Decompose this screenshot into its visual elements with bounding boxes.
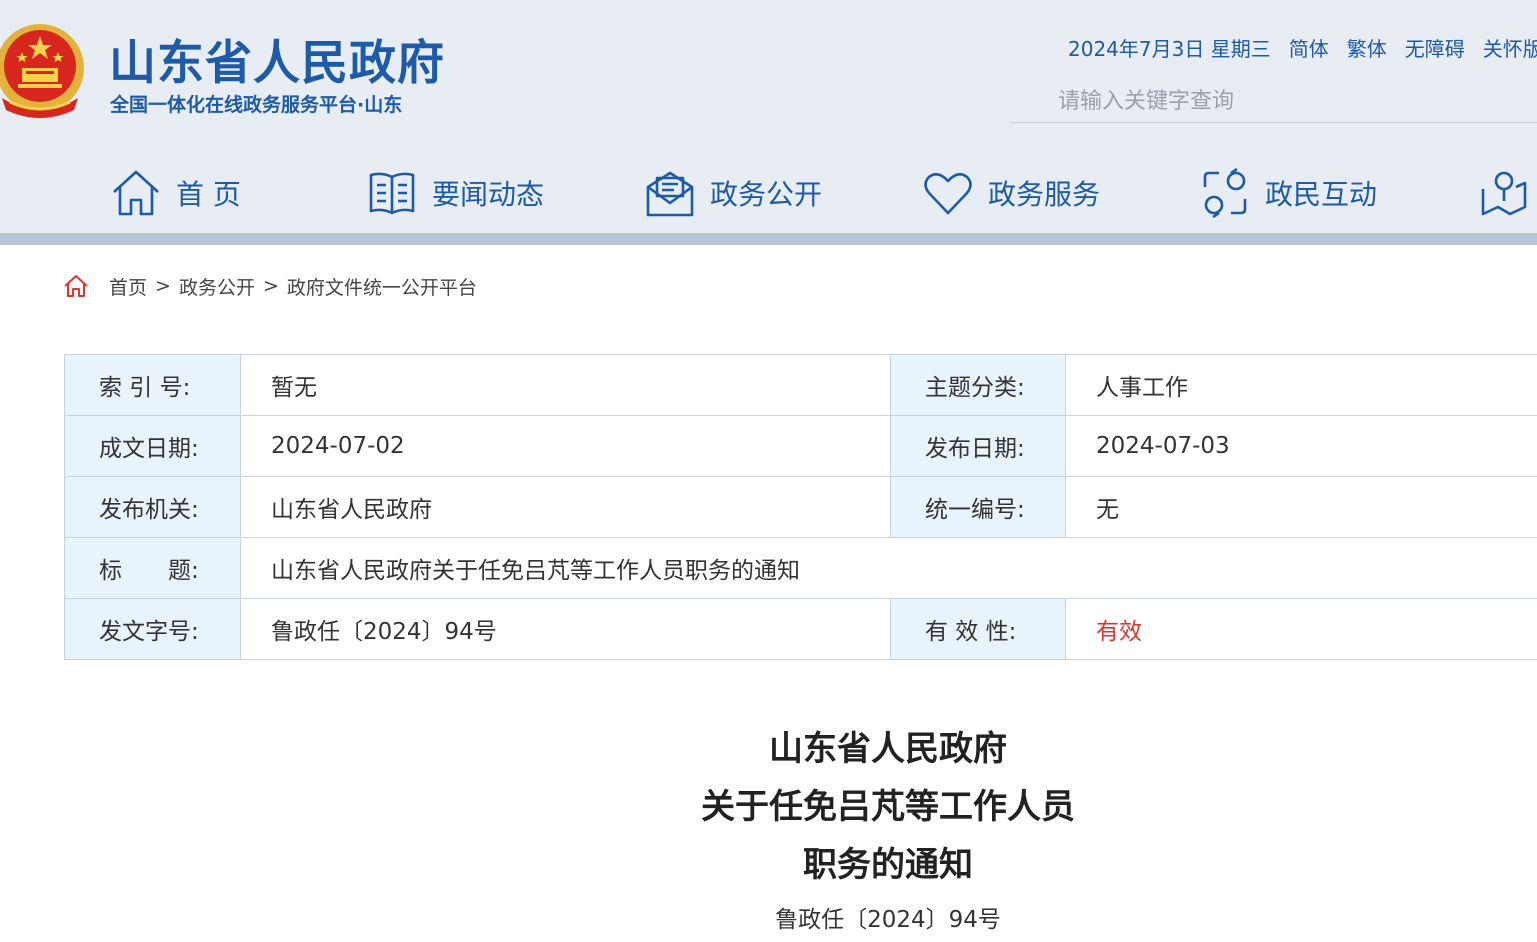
- table-row: 发文字号: 鲁政任〔2024〕94号 有 效 性: 有效: [64, 598, 1537, 660]
- location-user-icon: [1481, 171, 1527, 216]
- main-nav: 首 页 要闻动态 政务公开 政务服务 政民互动: [0, 160, 1537, 226]
- written-date-label: 成文日期:: [64, 415, 241, 477]
- document-title-line: 关于任免吕芃等工作人员: [701, 787, 1075, 827]
- topic-value: 人事工作: [1065, 354, 1537, 416]
- title-value: 山东省人民政府关于任免吕芃等工作人员职务的通知: [240, 537, 1537, 599]
- breadcrumb-separator: >: [262, 275, 279, 297]
- table-row: 索 引 号: 暂无 主题分类: 人事工作: [64, 354, 1537, 416]
- site-title[interactable]: 山东省人民政府: [109, 24, 445, 93]
- breadcrumb-link-doc-platform[interactable]: 政府文件统一公开平台: [287, 273, 477, 300]
- uniform-number-value: 无: [1065, 476, 1537, 538]
- book-icon: [369, 172, 415, 215]
- document-title-line: 山东省人民政府: [769, 729, 1007, 769]
- table-row: 成文日期: 2024-07-02 发布日期: 2024-07-03: [64, 415, 1537, 477]
- accessibility-link[interactable]: 无障碍: [1405, 33, 1465, 62]
- traditional-chinese-link[interactable]: 繁体: [1347, 33, 1387, 62]
- elderly-care-link[interactable]: 关怀版: [1483, 33, 1537, 62]
- nav-item-home[interactable]: 首 页: [110, 160, 241, 226]
- issuer-label: 发布机关:: [64, 476, 241, 538]
- breadcrumb-separator: >: [155, 275, 171, 297]
- breadcrumb-link-gov-affairs-open[interactable]: 政务公开: [179, 273, 255, 300]
- written-date-value: 2024-07-02: [240, 415, 891, 477]
- table-row: 标 题: 山东省人民政府关于任免吕芃等工作人员职务的通知: [64, 537, 1537, 599]
- mail-icon: [646, 171, 694, 217]
- publish-date-value: 2024-07-03: [1065, 415, 1537, 477]
- document-title: 山东省人民政府 关于任免吕芃等工作人员 职务的通知: [0, 720, 1537, 894]
- issuer-value: 山东省人民政府: [240, 476, 891, 538]
- index-number-value: 暂无: [240, 354, 891, 416]
- nav-item-label: 政民互动: [1265, 178, 1378, 211]
- nav-item-news[interactable]: 要闻动态: [366, 160, 544, 226]
- heart-icon: [924, 172, 972, 215]
- nav-item-gov-services[interactable]: 政务服务: [922, 160, 1100, 226]
- topic-label: 主题分类:: [890, 354, 1066, 416]
- validity-value: 有效: [1065, 598, 1537, 660]
- uniform-number-label: 统一编号:: [890, 476, 1066, 538]
- document-metadata-table: 索 引 号: 暂无 主题分类: 人事工作 成文日期: 2024-07-02 发布…: [64, 354, 1537, 660]
- table-row: 发布机关: 山东省人民政府 统一编号: 无: [64, 476, 1537, 538]
- nav-item-label: 首 页: [176, 178, 241, 211]
- search-input[interactable]: [1058, 84, 1528, 118]
- breadcrumb: 首页 > 政务公开 > 政府文件统一公开平台: [63, 270, 477, 302]
- nav-item-label: 政务公开: [710, 178, 823, 211]
- site-subtitle: 全国一体化在线政务服务平台·山东: [110, 94, 403, 116]
- publish-date-label: 发布日期:: [890, 415, 1066, 477]
- doc-number-value: 鲁政任〔2024〕94号: [240, 598, 891, 660]
- national-emblem-icon[interactable]: [0, 18, 88, 122]
- document-title-line: 职务的通知: [803, 845, 973, 885]
- document-number: 鲁政任〔2024〕94号: [775, 907, 1001, 933]
- validity-label: 有 效 性:: [890, 598, 1066, 660]
- current-date: 2024年7月3日 星期三: [1068, 37, 1271, 61]
- home-icon[interactable]: [63, 273, 89, 299]
- title-label: 标 题:: [64, 537, 241, 599]
- nav-item-more[interactable]: [1478, 160, 1530, 226]
- nav-divider-bar: [0, 233, 1537, 245]
- nav-item-interaction[interactable]: 政民互动: [1199, 160, 1377, 226]
- breadcrumb-link-home[interactable]: 首页: [109, 273, 147, 300]
- search-box: [1010, 82, 1537, 123]
- top-links: 2024年7月3日 星期三 简体 繁体 无障碍 关怀版: [1068, 33, 1537, 62]
- nav-item-label: 要闻动态: [432, 178, 545, 211]
- nav-item-gov-affairs-open[interactable]: 政务公开: [644, 160, 822, 226]
- home-icon: [113, 170, 159, 216]
- simplified-chinese-link[interactable]: 简体: [1289, 33, 1329, 62]
- index-number-label: 索 引 号:: [64, 354, 241, 416]
- nav-item-label: 政务服务: [988, 178, 1101, 211]
- doc-number-label: 发文字号:: [64, 598, 241, 660]
- site-header: 山东省人民政府 全国一体化在线政务服务平台·山东 2024年7月3日 星期三 简…: [0, 0, 1537, 233]
- interaction-icon: [1203, 167, 1247, 219]
